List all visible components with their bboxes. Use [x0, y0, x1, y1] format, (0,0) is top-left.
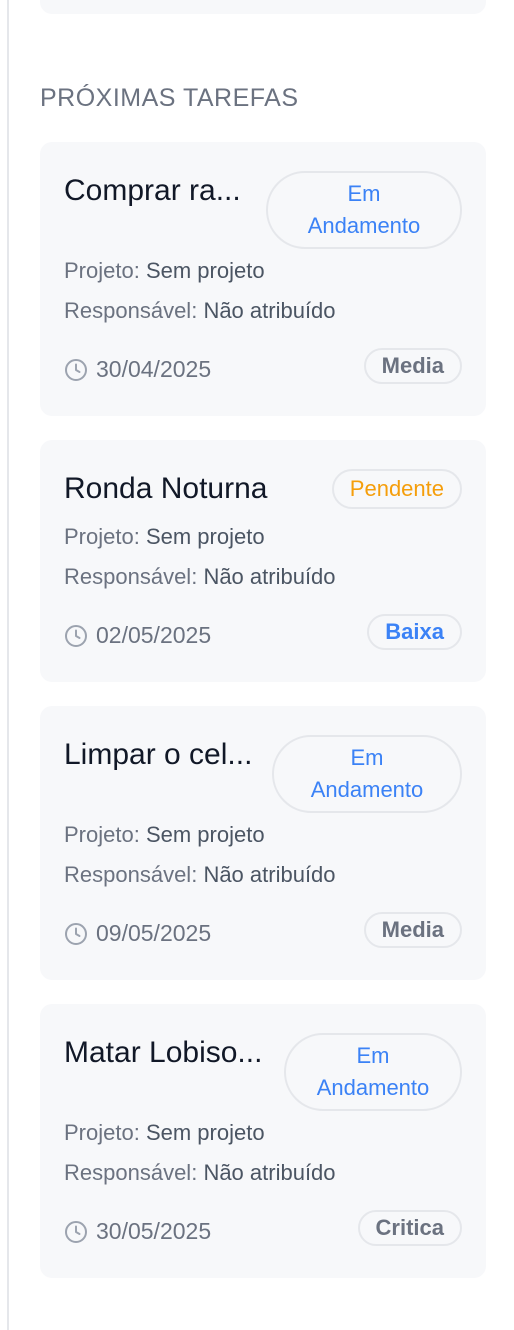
status-badge-line: Andamento: [310, 777, 424, 802]
project-label: Projeto:: [64, 258, 140, 283]
project-label: Projeto:: [64, 524, 140, 549]
task-due-date: 30/04/2025: [64, 356, 211, 383]
priority-badge: Media: [363, 348, 462, 384]
task-due-date: 02/05/2025: [64, 622, 211, 649]
task-card[interactable]: Matar Lobiso... Em Andamento Projeto: Se…: [40, 1004, 486, 1278]
status-badge-line: Andamento: [307, 213, 421, 238]
assignee-label: Responsável:: [64, 564, 198, 589]
due-date-text: 02/05/2025: [96, 622, 212, 648]
section-title: PRÓXIMAS TAREFAS: [40, 84, 299, 112]
upcoming-tasks-panel: PRÓXIMAS TAREFAS Comprar ra... Em Andame…: [0, 0, 514, 1330]
due-date-text: 30/04/2025: [96, 356, 212, 382]
previous-card-bottom: [40, 0, 486, 14]
task-title: Ronda Noturna: [64, 472, 268, 505]
project-label: Projeto:: [64, 1120, 140, 1145]
task-title: Comprar ra...: [64, 174, 241, 207]
priority-badge: Critica: [357, 1210, 462, 1246]
assignee-label: Responsável:: [64, 1160, 198, 1185]
due-date-text: 30/05/2025: [96, 1218, 212, 1244]
task-project: Projeto: Sem projeto: [64, 822, 265, 848]
task-title: Matar Lobiso...: [64, 1036, 263, 1069]
status-badge-line: Em: [356, 1043, 390, 1068]
task-project: Projeto: Sem projeto: [64, 524, 265, 550]
project-value: Sem projeto: [145, 822, 265, 847]
status-badge: Em Andamento: [284, 1033, 462, 1111]
project-value: Sem projeto: [145, 524, 265, 549]
task-due-date: 30/05/2025: [64, 1218, 211, 1245]
clock-icon: [65, 358, 87, 381]
assignee-label: Responsável:: [64, 298, 198, 323]
task-assignee: Responsável: Não atribuído: [64, 298, 336, 324]
status-badge: Pendente: [331, 469, 462, 509]
clock-icon: [65, 922, 87, 945]
task-card[interactable]: Ronda Noturna Pendente Projeto: Sem proj…: [40, 440, 486, 682]
task-due-date: 09/05/2025: [64, 920, 211, 947]
assignee-value: Não atribuído: [203, 1160, 336, 1185]
clock-icon: [65, 1220, 87, 1243]
task-assignee: Responsável: Não atribuído: [64, 862, 336, 888]
assignee-value: Não atribuído: [203, 564, 336, 589]
priority-badge: Baixa: [367, 614, 462, 650]
status-badge: Em Andamento: [266, 171, 462, 249]
project-value: Sem projeto: [145, 1120, 265, 1145]
assignee-label: Responsável:: [64, 862, 198, 887]
priority-badge: Media: [363, 912, 462, 948]
due-date-text: 09/05/2025: [96, 920, 212, 946]
assignee-value: Não atribuído: [203, 298, 336, 323]
status-badge: Em Andamento: [272, 735, 462, 813]
status-badge-line: Em: [350, 745, 384, 770]
status-badge-line: Andamento: [316, 1075, 430, 1100]
task-assignee: Responsável: Não atribuído: [64, 1160, 336, 1186]
task-title: Limpar o cel...: [64, 738, 253, 771]
task-assignee: Responsável: Não atribuído: [64, 564, 336, 590]
panel-divider: [7, 0, 9, 1330]
assignee-value: Não atribuído: [203, 862, 336, 887]
project-label: Projeto:: [64, 822, 140, 847]
task-project: Projeto: Sem projeto: [64, 1120, 265, 1146]
clock-icon: [65, 624, 87, 647]
status-badge-line: Em: [347, 181, 381, 206]
project-value: Sem projeto: [145, 258, 265, 283]
task-card[interactable]: Limpar o cel... Em Andamento Projeto: Se…: [40, 706, 486, 980]
task-card[interactable]: Comprar ra... Em Andamento Projeto: Sem …: [40, 142, 486, 416]
task-project: Projeto: Sem projeto: [64, 258, 265, 284]
